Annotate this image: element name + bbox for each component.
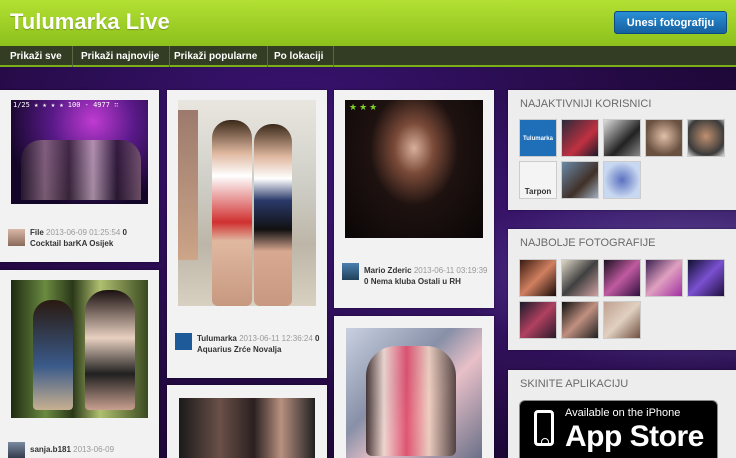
user-thumb[interactable] [645, 119, 683, 157]
people-silhouette [366, 346, 456, 456]
photo-card[interactable]: 1/25 ★ ★ ★ ★ 100 - 4977 ∷ File 2013-06-0… [0, 90, 159, 262]
best-photo-thumb[interactable] [603, 301, 641, 339]
crowd-silhouettes [21, 140, 141, 200]
nav-show-newest[interactable]: Prikaži najnovije [71, 46, 171, 67]
site-header: Tulumarka Live Unesi fotografiju [0, 0, 736, 46]
best-photo-thumb[interactable] [687, 259, 725, 297]
avatar[interactable] [342, 263, 359, 280]
caption-club[interactable]: Cocktail barKA Osijek [30, 239, 113, 248]
caption-time: 2013-06-09 01:25:54 [46, 228, 121, 237]
user-thumb-label: Tulumarka [523, 136, 553, 142]
best-photo-thumb[interactable] [561, 259, 599, 297]
party-photo[interactable] [179, 398, 315, 458]
person-silhouette [33, 300, 73, 410]
user-thumb[interactable] [603, 161, 641, 199]
camera-overlay-text: 1/25 ★ ★ ★ ★ 100 - 4977 ∷ [13, 101, 119, 109]
best-photo-thumb[interactable] [519, 301, 557, 339]
upload-photo-button[interactable]: Unesi fotografiju [614, 11, 727, 34]
photo-caption: sanja.b181 2013-06-09 [30, 444, 155, 455]
party-photo[interactable]: ★★★ [345, 100, 483, 238]
user-thumb[interactable] [561, 119, 599, 157]
caption-time: 2013-06-11 12:36:24 [239, 334, 313, 343]
caption-club[interactable]: Nema kluba Ostali u RH [371, 277, 461, 286]
best-photo-thumb[interactable] [645, 259, 683, 297]
avatar[interactable] [175, 333, 192, 350]
party-photo[interactable] [178, 100, 316, 306]
caption-count: 0 [364, 277, 369, 286]
party-photo[interactable] [11, 280, 148, 418]
active-users-title: NAJAKTIVNIJI KORISNICI [520, 98, 652, 110]
user-thumb[interactable] [603, 119, 641, 157]
person-silhouette [254, 124, 292, 306]
caption-user[interactable]: Tulumarka [197, 334, 237, 343]
best-photos-title: NAJBOLJE FOTOGRAFIJE [520, 237, 656, 249]
app-store-line2: App Store [565, 420, 704, 453]
user-thumb[interactable] [687, 119, 725, 157]
nav-show-popular[interactable]: Prikaži popularne [164, 46, 269, 67]
photo-card[interactable]: Tulumarka 2013-06-11 12:36:24 0 Aquarius… [167, 90, 327, 378]
avatar[interactable] [8, 229, 25, 246]
photo-caption: Tulumarka 2013-06-11 12:36:24 0 Aquarius… [197, 333, 323, 355]
main-nav: Prikaži sve Prikaži najnovije Prikaži po… [0, 46, 736, 67]
user-thumb[interactable]: Tulumarka [519, 119, 557, 157]
caption-club[interactable]: Aquarius Zrće Novalja [197, 345, 281, 354]
avatar[interactable] [8, 442, 25, 458]
photo-caption: Mario Zderic 2013-06-11 03:19:39 0 Nema … [364, 265, 490, 287]
caption-count: 0 [315, 334, 320, 343]
nav-show-all[interactable]: Prikaži sve [0, 46, 73, 67]
photo-card[interactable]: ★★★ Mario Zderic 2013-06-11 03:19:39 0 N… [334, 90, 494, 308]
best-photo-thumb[interactable] [561, 301, 599, 339]
party-photo[interactable] [346, 328, 482, 458]
site-title[interactable]: Tulumarka Live [10, 9, 170, 35]
caption-time: 2013-06-11 03:19:39 [413, 266, 488, 275]
user-thumb[interactable] [561, 161, 599, 199]
party-photo[interactable]: 1/25 ★ ★ ★ ★ 100 - 4977 ∷ [11, 100, 148, 204]
best-photo-thumb[interactable] [519, 259, 557, 297]
iphone-icon [534, 410, 554, 446]
user-thumb[interactable]: Tarpon [519, 161, 557, 199]
caption-user[interactable]: Mario Zderic [364, 266, 412, 275]
app-store-badge[interactable]: Available on the iPhone App Store [519, 400, 718, 458]
download-app-title: SKINITE APLIKACIJU [520, 378, 629, 390]
photo-card[interactable] [167, 385, 327, 458]
photo-card[interactable] [334, 316, 494, 458]
active-users-panel: NAJAKTIVNIJI KORISNICI Tulumarka Tarpon [508, 90, 736, 210]
app-store-line1: Available on the iPhone [565, 407, 681, 419]
best-photos-panel: NAJBOLJE FOTOGRAFIJE [508, 229, 736, 350]
nav-by-location[interactable]: Po lokaciji [264, 46, 335, 67]
caption-user[interactable]: File [30, 228, 44, 237]
person-silhouette [178, 110, 198, 260]
best-photo-thumb[interactable] [603, 259, 641, 297]
caption-user[interactable]: sanja.b181 [30, 445, 71, 454]
caption-time: 2013-06-09 [73, 445, 115, 454]
caption-count: 0 [122, 228, 127, 237]
person-silhouette [85, 290, 135, 410]
rating-stars: ★★★ [349, 102, 380, 112]
person-silhouette [212, 120, 252, 306]
photo-caption: File 2013-06-09 01:25:54 0 Cocktail barK… [30, 227, 155, 249]
photo-card[interactable]: sanja.b181 2013-06-09 [0, 270, 159, 458]
user-thumb-label: Tarpon [524, 187, 552, 196]
